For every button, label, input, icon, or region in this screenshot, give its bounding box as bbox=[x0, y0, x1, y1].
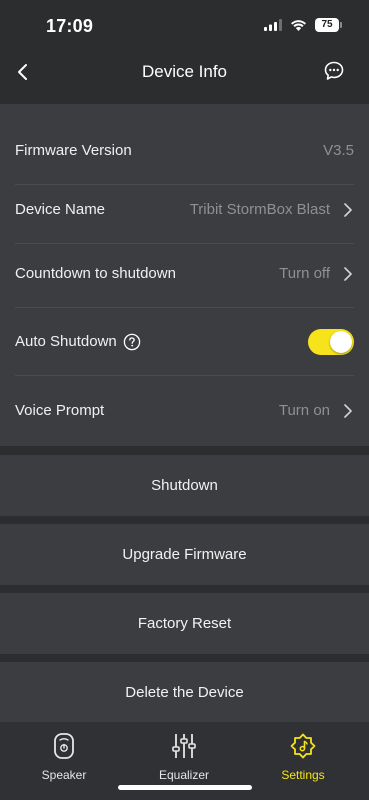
auto-shutdown-row: Auto Shutdown bbox=[0, 307, 369, 376]
help-circle-icon[interactable] bbox=[123, 333, 141, 351]
auto-shutdown-label: Auto Shutdown bbox=[15, 333, 117, 350]
status-bar: 17:09 75 bbox=[0, 0, 369, 50]
upgrade-firmware-button[interactable]: Upgrade Firmware bbox=[0, 524, 369, 585]
tab-settings[interactable]: Settings bbox=[253, 732, 353, 792]
voice-prompt-value: Turn on bbox=[278, 402, 330, 419]
tab-speaker[interactable]: Speaker bbox=[14, 732, 114, 792]
shutdown-button[interactable]: Shutdown bbox=[0, 455, 369, 516]
device-name-row[interactable]: Device Name Tribit StormBox Blast bbox=[0, 175, 369, 244]
toggle-knob bbox=[330, 330, 352, 353]
nav-header: Device Info bbox=[0, 50, 369, 94]
chevron-right-icon bbox=[344, 266, 352, 281]
home-indicator bbox=[118, 785, 252, 790]
battery-indicator: 75 bbox=[315, 18, 342, 32]
device-info-screen: 17:09 75 Device Info Firmware Version V3… bbox=[0, 0, 369, 800]
chevron-right-icon bbox=[344, 202, 352, 217]
signal-icon bbox=[264, 19, 282, 31]
equalizer-icon bbox=[172, 734, 196, 758]
wifi-icon bbox=[291, 20, 306, 31]
factory-reset-button[interactable]: Factory Reset bbox=[0, 593, 369, 654]
chevron-right-icon bbox=[344, 403, 352, 418]
tab-speaker-label: Speaker bbox=[41, 768, 87, 782]
page-title: Device Info bbox=[141, 62, 228, 81]
speaker-icon bbox=[54, 733, 74, 759]
voice-prompt-row[interactable]: Voice Prompt Turn on bbox=[0, 376, 369, 445]
tab-settings-label: Settings bbox=[281, 768, 325, 782]
status-time: 17:09 bbox=[46, 16, 94, 36]
status-icons: 75 bbox=[264, 18, 342, 32]
settings-gear-icon bbox=[290, 733, 316, 759]
tab-equalizer-label: Equalizer bbox=[158, 768, 210, 782]
firmware-version-label: Firmware Version bbox=[15, 142, 132, 159]
device-name-value: Tribit StormBox Blast bbox=[189, 201, 330, 218]
delete-device-button[interactable]: Delete the Device bbox=[0, 662, 369, 723]
voice-prompt-label: Voice Prompt bbox=[15, 402, 105, 419]
tab-equalizer[interactable]: Equalizer bbox=[134, 732, 234, 792]
countdown-value: Turn off bbox=[279, 265, 330, 282]
chat-bubble-icon[interactable] bbox=[323, 60, 345, 82]
firmware-version-value: V3.5 bbox=[323, 142, 354, 159]
countdown-row[interactable]: Countdown to shutdown Turn off bbox=[0, 239, 369, 308]
settings-card: Firmware Version V3.5 Device Name Tribit… bbox=[0, 104, 369, 446]
countdown-label: Countdown to shutdown bbox=[15, 265, 176, 282]
device-name-label: Device Name bbox=[15, 201, 106, 218]
auto-shutdown-toggle[interactable] bbox=[308, 328, 354, 355]
